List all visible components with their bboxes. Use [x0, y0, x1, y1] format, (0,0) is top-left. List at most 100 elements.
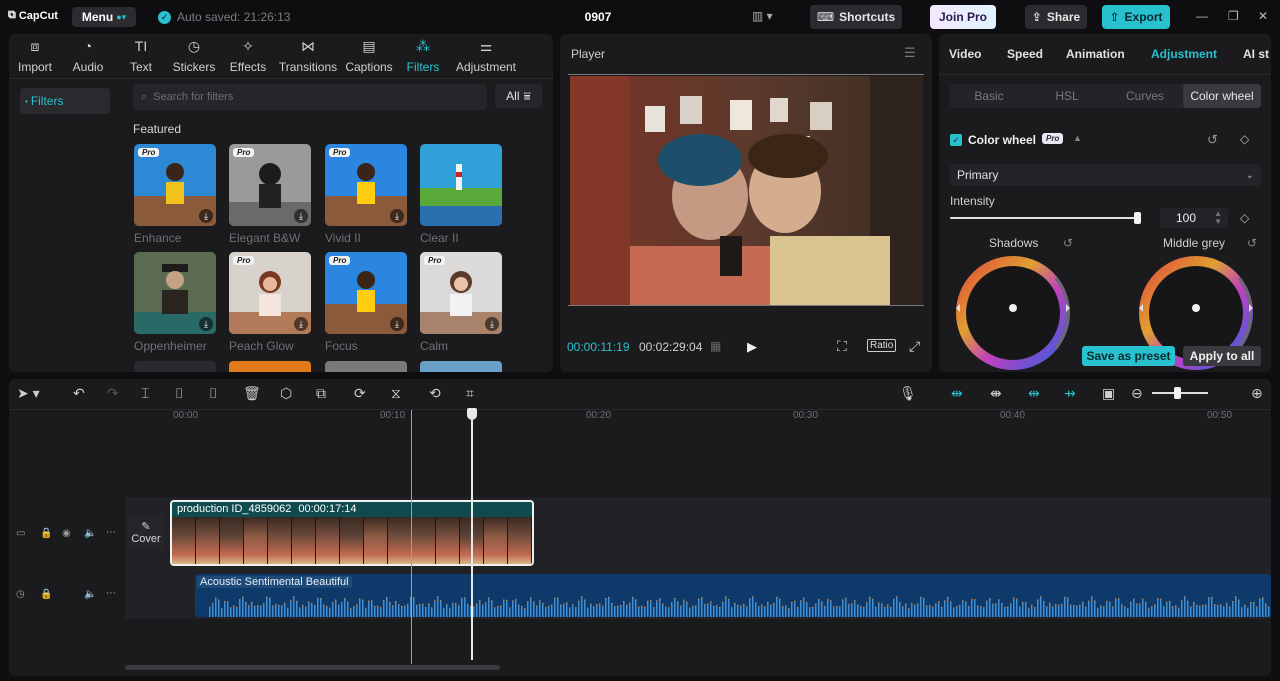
- zoom-in-icon[interactable]: ⊕: [1251, 385, 1263, 402]
- download-icon[interactable]: ⤓: [199, 209, 213, 223]
- reverse-icon[interactable]: ⟳: [354, 385, 366, 402]
- filter-tile-oppenheimer[interactable]: ⤓ Oppenheimer: [134, 252, 216, 353]
- main-track-magnet-icon[interactable]: ⇹: [951, 385, 963, 402]
- shortcuts-button[interactable]: ⌨ Shortcuts: [810, 5, 902, 29]
- intensity-input[interactable]: 100 ▲ ▼: [1160, 208, 1228, 228]
- tab-import[interactable]: ⧈ Import: [15, 38, 55, 74]
- zoom-slider-handle[interactable]: [1174, 387, 1181, 399]
- fullscreen-icon[interactable]: ⤢: [909, 338, 920, 355]
- crop-icon[interactable]: ⌗: [466, 385, 474, 402]
- subtab-color-wheel[interactable]: Color wheel: [1183, 84, 1261, 108]
- lock-icon[interactable]: 🔒: [40, 528, 52, 539]
- filter-tile-enhance[interactable]: Pro ⤓ Enhance: [134, 144, 216, 245]
- keyframe-icon[interactable]: ◇: [1240, 132, 1249, 146]
- filter-tile-partial[interactable]: [229, 361, 311, 372]
- tab-adjustment[interactable]: ⚌ Adjustment: [453, 38, 519, 74]
- subtab-curves[interactable]: Curves: [1106, 84, 1184, 108]
- color-wheel-checkbox[interactable]: ✓: [950, 134, 962, 146]
- split-left-icon[interactable]: ⌷: [175, 385, 183, 402]
- speaker-icon[interactable]: 🔈: [84, 528, 96, 539]
- share-button[interactable]: ⇪ Share: [1025, 5, 1087, 29]
- intensity-slider-handle[interactable]: [1134, 212, 1141, 224]
- auto-snap-icon[interactable]: ⇼: [990, 385, 1002, 402]
- export-button[interactable]: ⇧ Export: [1102, 5, 1170, 29]
- horizontal-scrollbar[interactable]: [125, 665, 500, 670]
- filter-tile-focus[interactable]: Pro ⤓ Focus: [325, 252, 407, 353]
- tab-video[interactable]: Video: [949, 47, 981, 61]
- minimize-icon[interactable]: —: [1196, 9, 1208, 23]
- delete-icon[interactable]: 🗑: [243, 385, 261, 402]
- cover-button[interactable]: ✎ Cover: [128, 515, 164, 549]
- hamburger-menu-icon[interactable]: ☰: [904, 45, 916, 61]
- filter-tile-clear-ii[interactable]: Clear II: [420, 144, 502, 245]
- tab-ai-stylize[interactable]: AI st: [1243, 47, 1271, 61]
- download-icon[interactable]: ⤓: [294, 209, 308, 223]
- eye-icon[interactable]: ◉: [62, 528, 71, 539]
- playhead[interactable]: [471, 410, 473, 660]
- timecode-grid-icon[interactable]: ▦: [710, 339, 721, 353]
- rotate-icon[interactable]: ⟲: [429, 385, 441, 402]
- fit-screen-icon[interactable]: ⛶: [837, 338, 847, 355]
- download-icon[interactable]: ⤓: [390, 209, 404, 223]
- download-icon[interactable]: ⤓: [294, 317, 308, 331]
- download-icon[interactable]: ⤓: [199, 317, 213, 331]
- lock-icon[interactable]: 🔒: [40, 589, 52, 600]
- ratio-button[interactable]: Ratio: [867, 339, 897, 352]
- play-button[interactable]: ▶: [747, 339, 757, 355]
- tab-adjustment[interactable]: Adjustment: [1151, 47, 1217, 61]
- freeze-icon[interactable]: ⧉: [316, 385, 326, 402]
- tab-animation[interactable]: Animation: [1066, 47, 1125, 61]
- layout-icon[interactable]: ▥ ▾: [752, 9, 773, 23]
- search-input[interactable]: ⌕ Search for filters: [133, 84, 487, 110]
- playhead-handle[interactable]: [467, 408, 477, 420]
- filter-tile-vivid-ii[interactable]: Pro ⤓ Vivid II: [325, 144, 407, 245]
- tab-stickers[interactable]: ◷ Stickers: [171, 38, 217, 74]
- microphone-icon[interactable]: 🎙: [899, 385, 917, 402]
- reset-icon[interactable]: ↺: [1063, 236, 1073, 250]
- menu-button[interactable]: Menu ●▾: [72, 7, 136, 27]
- mirror-icon[interactable]: ⧖: [391, 385, 401, 402]
- filter-tile-calm[interactable]: Pro ⤓ Calm: [420, 252, 502, 353]
- video-preview[interactable]: [570, 76, 923, 305]
- restore-icon[interactable]: ❐: [1228, 9, 1239, 23]
- collapse-caret-icon[interactable]: ▲: [1073, 133, 1082, 143]
- linkage-icon[interactable]: ⇹: [1028, 385, 1040, 402]
- undo-icon[interactable]: ↶: [73, 385, 85, 402]
- mark-icon[interactable]: ⬡: [280, 385, 292, 402]
- zoom-out-icon[interactable]: ⊖: [1131, 385, 1143, 402]
- filter-tile-partial[interactable]: [420, 361, 502, 372]
- all-filter-button[interactable]: All ⩸: [495, 84, 542, 108]
- filter-tile-partial[interactable]: [325, 361, 407, 372]
- tab-captions[interactable]: ▤ Captions: [343, 38, 395, 74]
- wheel-mode-select[interactable]: Primary ⌄: [950, 164, 1261, 186]
- sidebar-item-filters[interactable]: • Filters: [20, 88, 110, 114]
- tab-text[interactable]: TI Text: [126, 38, 156, 74]
- subtab-basic[interactable]: Basic: [950, 84, 1028, 108]
- subtab-hsl[interactable]: HSL: [1028, 84, 1106, 108]
- preview-axis-icon[interactable]: ⇸: [1064, 385, 1076, 402]
- tab-effects[interactable]: ✧ Effects: [228, 38, 268, 74]
- tab-speed[interactable]: Speed: [1007, 47, 1043, 61]
- thumbnail-settings-icon[interactable]: ▣: [1102, 385, 1115, 402]
- select-tool-icon[interactable]: ➤ ▾: [17, 385, 40, 402]
- filter-tile-elegant-bw[interactable]: Pro ⤓ Elegant B&W: [229, 144, 311, 245]
- tab-audio[interactable]: ◔ Audio: [69, 38, 107, 74]
- speaker-icon[interactable]: 🔈: [84, 589, 96, 600]
- close-icon[interactable]: ✕: [1258, 9, 1268, 23]
- shadows-color-wheel[interactable]: [954, 254, 1072, 372]
- tab-transitions[interactable]: ⋈ Transitions: [277, 38, 339, 74]
- save-as-preset-button[interactable]: Save as preset: [1082, 346, 1175, 366]
- split-icon[interactable]: ⌶: [141, 385, 149, 402]
- video-clip[interactable]: production ID_4859062 00:00:17:14: [170, 500, 534, 566]
- split-right-icon[interactable]: ⌷: [209, 385, 217, 402]
- tab-filters[interactable]: ⁂ Filters: [405, 38, 441, 74]
- redo-icon[interactable]: ↷: [107, 385, 119, 402]
- reset-icon[interactable]: ↺: [1207, 132, 1218, 148]
- download-icon[interactable]: ⤓: [485, 317, 499, 331]
- project-title[interactable]: 0907: [560, 10, 636, 24]
- audio-clip[interactable]: Acoustic Sentimental Beautiful: [195, 574, 1271, 617]
- stepper-icon[interactable]: ▲ ▼: [1214, 210, 1222, 226]
- more-icon[interactable]: ⋯: [106, 588, 116, 599]
- more-icon[interactable]: ⋯: [106, 527, 116, 538]
- apply-to-all-button[interactable]: Apply to all: [1183, 346, 1261, 366]
